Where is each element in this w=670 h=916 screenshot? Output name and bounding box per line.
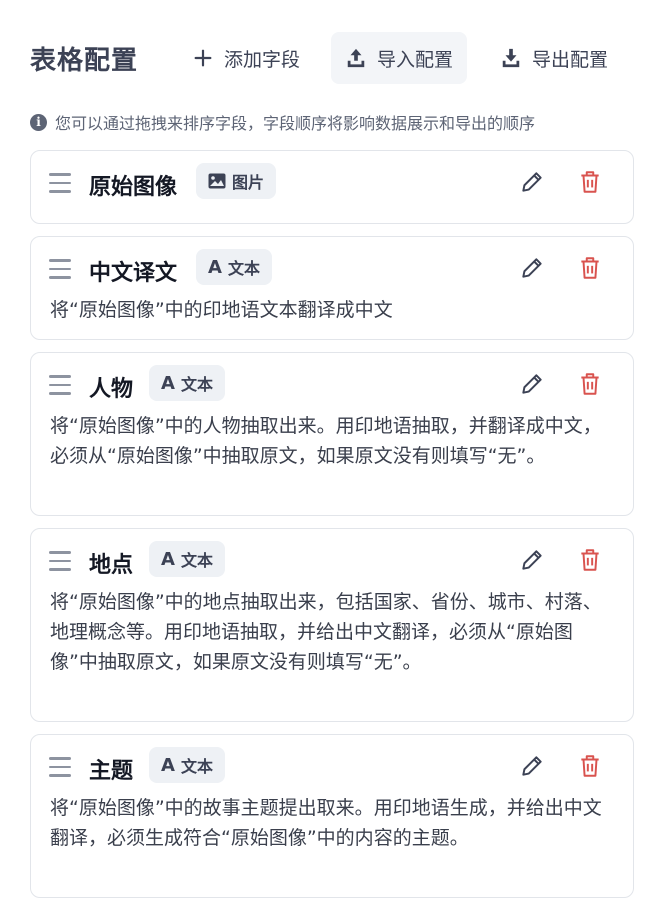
drag-handle-icon[interactable] [49,173,71,193]
field-type-label: 图片 [232,173,265,192]
field-type-badge: A 文本 [149,747,225,783]
field-name: 原始图像 [89,175,178,200]
info-icon: i [30,113,47,131]
field-name: 人物 [89,377,134,402]
page-header: 表格配置 添加字段 导入配置 导出配置 [0,0,670,100]
drag-handle-icon[interactable] [49,551,71,571]
text-icon: A [161,372,175,394]
plus-icon [194,49,212,67]
drag-handle-icon[interactable] [49,375,71,395]
import-config-label: 导入配置 [377,48,454,71]
field-card-people[interactable]: 人物 A 文本 将“原始图像”中的人物抽取出来。用印地语抽取，并翻译成中文，必须… [30,352,634,516]
import-config-button[interactable]: 导入配置 [331,32,468,84]
drag-handle-icon[interactable] [49,757,71,777]
add-field-button[interactable]: 添加字段 [178,32,314,84]
field-type-badge: A 文本 [149,365,225,401]
export-config-label: 导出配置 [532,48,609,71]
pencil-icon[interactable] [519,753,545,779]
field-type-label: 文本 [180,551,213,570]
field-type-badge: A 文本 [149,541,225,577]
field-name: 主题 [89,759,134,784]
field-description: 将“原始图像”中的故事主题提出取来。用印地语生成，并给出中文翻译，必须生成符合“… [50,797,602,849]
hint-text: 您可以通过拖拽来排序字段，字段顺序将影响数据展示和导出的顺序 [55,114,536,133]
trash-icon[interactable] [577,753,603,779]
drag-handle-icon[interactable] [49,259,71,279]
pencil-icon[interactable] [519,547,545,573]
field-description: 将“原始图像”中的印地语文本翻译成中文 [50,299,393,321]
field-card-location[interactable]: 地点 A 文本 将“原始图像”中的地点抽取出来，包括国家、省份、城市、村落、地理… [30,528,634,722]
add-field-label: 添加字段 [224,48,301,71]
pencil-icon[interactable] [519,255,545,281]
field-description: 将“原始图像”中的地点抽取出来，包括国家、省份、城市、村落、地理概念等。用印地语… [50,591,602,673]
export-config-button[interactable]: 导出配置 [486,32,622,84]
field-type-label: 文本 [227,259,260,278]
field-card-original-image[interactable]: 原始图像 图片 [30,150,634,224]
trash-icon[interactable] [577,371,603,397]
field-name: 地点 [89,553,134,578]
field-description: 将“原始图像”中的人物抽取出来。用印地语抽取，并翻译成中文，必须从“原始图像”中… [50,415,602,467]
field-name: 中文译文 [89,261,178,286]
field-card-chinese-translation[interactable]: 中文译文 A 文本 将“原始图像”中的印地语文本翻译成中文 [30,236,634,340]
field-type-badge: A 文本 [196,249,272,285]
text-icon: A [161,548,175,570]
text-icon: A [208,256,222,278]
page-title: 表格配置 [30,46,139,76]
field-type-badge: 图片 [196,163,277,199]
pencil-icon[interactable] [519,169,545,195]
drag-sort-hint: i 您可以通过拖拽来排序字段，字段顺序将影响数据展示和导出的顺序 [30,110,535,134]
trash-icon[interactable] [577,255,603,281]
upload-icon [347,48,365,68]
field-type-label: 文本 [180,757,213,776]
pencil-icon[interactable] [519,371,545,397]
field-card-theme[interactable]: 主题 A 文本 将“原始图像”中的故事主题提出取来。用印地语生成，并给出中文翻译… [30,734,634,898]
image-icon [208,173,226,189]
field-type-label: 文本 [180,375,213,394]
trash-icon[interactable] [577,169,603,195]
text-icon: A [161,754,175,776]
trash-icon[interactable] [577,547,603,573]
download-icon [502,48,520,68]
